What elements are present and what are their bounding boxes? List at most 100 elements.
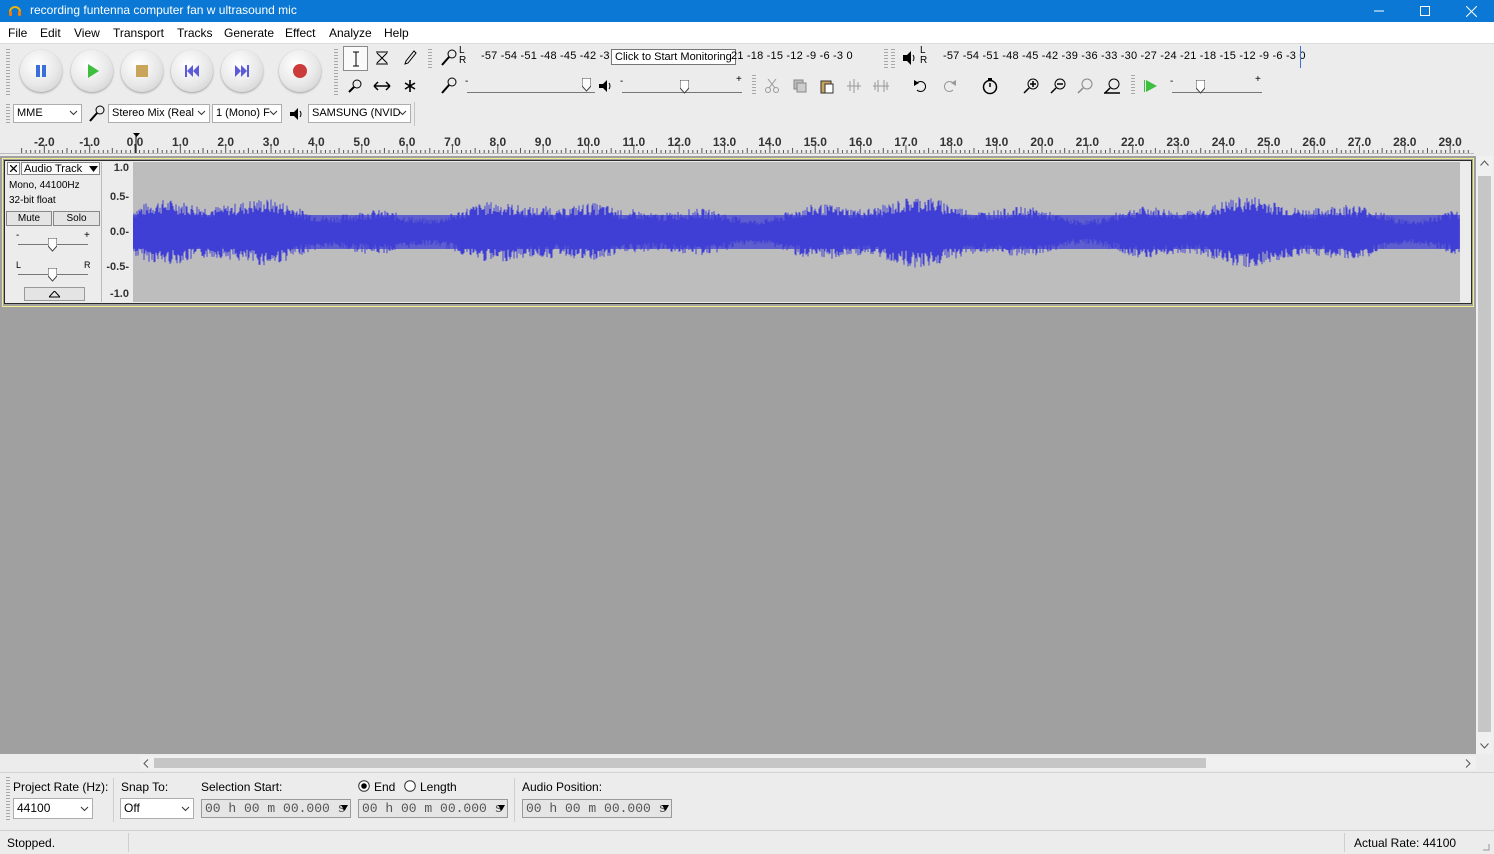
record-volume-thumb[interactable] <box>581 77 592 95</box>
redo-button[interactable] <box>937 74 960 97</box>
menu-transport[interactable]: Transport <box>113 26 164 40</box>
menu-view[interactable]: View <box>74 26 100 40</box>
envelope-tool-button[interactable] <box>370 46 393 69</box>
scroll-left-icon[interactable] <box>143 759 149 768</box>
record-button[interactable] <box>279 50 321 92</box>
selection-tool-button[interactable] <box>343 46 368 71</box>
horizontal-scrollbar[interactable] <box>140 756 1476 770</box>
solo-button[interactable]: Solo <box>53 211 100 226</box>
menu-help[interactable]: Help <box>384 26 409 40</box>
record-meter-grip[interactable] <box>428 48 432 70</box>
mute-button[interactable]: Mute <box>6 211 52 226</box>
vertical-scrollbar[interactable] <box>1476 156 1493 754</box>
playback-volume-thumb[interactable] <box>679 79 690 97</box>
stop-button[interactable] <box>121 50 163 92</box>
chevron-down-icon <box>69 110 78 116</box>
recording-device-select[interactable]: Stereo Mix (Real <box>108 104 210 123</box>
edit-toolbar-grip[interactable] <box>752 74 756 96</box>
play-speed-slider[interactable] <box>1172 92 1262 93</box>
timeline-ruler[interactable]: -2.0 -1.0 0.0 1.0 2.0 3.0 4.0 5.0 6.0 7.0 8.0 9.0 10… <box>0 131 1474 154</box>
cut-button[interactable] <box>760 74 783 97</box>
minimize-button[interactable] <box>1356 0 1402 22</box>
sync-lock-button[interactable] <box>978 74 1001 97</box>
record-volume-minus: - <box>465 76 469 87</box>
track-close-button[interactable] <box>7 162 20 175</box>
pan-slider-thumb[interactable] <box>47 267 58 285</box>
scroll-down-icon[interactable] <box>1480 743 1489 749</box>
device-toolbar-grip[interactable] <box>6 103 10 125</box>
menu-generate[interactable]: Generate <box>224 26 274 40</box>
menu-tracks[interactable]: Tracks <box>177 26 213 40</box>
skip-to-start-button[interactable] <box>171 50 213 92</box>
status-separator <box>128 833 129 852</box>
end-radio[interactable] <box>358 780 370 795</box>
pause-button[interactable] <box>20 50 62 92</box>
menu-effect[interactable]: Effect <box>285 26 315 40</box>
track-menu-button[interactable]: Audio Track <box>21 162 100 175</box>
snap-to-select[interactable]: Off <box>120 798 194 819</box>
play-meter-scale[interactable]: -57 -54 -51 -48 -45 -42 -39 -36 -33 -30 … <box>943 50 1306 62</box>
waveform-display[interactable] <box>132 162 1460 302</box>
trim-button[interactable] <box>842 74 865 97</box>
audio-position-field[interactable]: 00 h 00 m 00.000 s <box>522 799 672 818</box>
copy-button[interactable] <box>788 74 811 97</box>
scroll-up-icon[interactable] <box>1480 160 1489 166</box>
horizontal-scroll-thumb[interactable] <box>154 758 1206 768</box>
play-speed-thumb[interactable] <box>1195 79 1206 97</box>
zoom-out-button[interactable] <box>1046 74 1069 97</box>
envelope-icon <box>375 51 388 64</box>
pencil-icon <box>403 49 417 65</box>
track-format: Mono, 44100Hz <box>9 180 80 191</box>
selection-toolbar-grip[interactable] <box>6 776 10 822</box>
draw-tool-button[interactable] <box>398 46 421 69</box>
time-shift-tool-button[interactable] <box>370 74 393 97</box>
record-meter-button[interactable] <box>437 46 460 69</box>
skip-to-end-button[interactable] <box>221 50 263 92</box>
record-meter-scale[interactable]: -57 -54 -51 -48 -45 -42 -3 <box>481 50 610 62</box>
maximize-button[interactable] <box>1402 0 1448 22</box>
scroll-right-icon[interactable] <box>1465 759 1471 768</box>
menu-edit[interactable]: Edit <box>40 26 61 40</box>
resize-grip-icon[interactable] <box>1480 841 1490 851</box>
fit-selection-button[interactable] <box>1073 74 1096 97</box>
transport-toolbar-grip[interactable] <box>6 48 10 96</box>
recording-device-value: Stereo Mix (Real <box>112 107 194 119</box>
tools-toolbar-grip[interactable] <box>334 48 338 96</box>
fit-project-button[interactable] <box>1100 74 1123 97</box>
play-button[interactable] <box>71 50 113 92</box>
record-volume-slider[interactable] <box>467 92 595 93</box>
selection-start-field[interactable]: 00 h 00 m 00.000 s <box>201 799 351 818</box>
speaker-icon <box>289 107 301 120</box>
selection-separator <box>113 778 114 822</box>
recording-channels-select[interactable]: 1 (Mono) F <box>212 104 282 123</box>
play-meter-grip[interactable] <box>891 48 895 70</box>
vertical-scroll-thumb[interactable] <box>1478 176 1491 732</box>
project-rate-select[interactable]: 44100 <box>13 798 93 819</box>
selection-end-field[interactable]: 00 h 00 m 00.000 s <box>358 799 508 818</box>
zoom-tool-button[interactable] <box>343 74 366 97</box>
menu-analyze[interactable]: Analyze <box>329 26 372 40</box>
status-text: Stopped. <box>7 836 56 850</box>
zoom-in-button[interactable] <box>1019 74 1042 97</box>
microphone-icon <box>88 105 104 122</box>
play-meter-button[interactable] <box>898 46 921 69</box>
play-at-speed-button[interactable] <box>1139 74 1162 97</box>
paste-button[interactable] <box>815 74 838 97</box>
undo-button[interactable] <box>909 74 932 97</box>
multi-tool-button[interactable] <box>398 74 421 97</box>
amplitude-ruler[interactable]: 1.0 0.5- 0.0- -0.5- -1.0 <box>101 162 133 302</box>
play-at-speed-grip[interactable] <box>1131 74 1135 96</box>
menu-file[interactable]: File <box>8 26 27 40</box>
project-rate-label: Project Rate (Hz): <box>13 780 109 794</box>
status-bar: Stopped. Actual Rate: 44100 <box>0 830 1494 854</box>
audio-host-select[interactable]: MME <box>13 104 82 123</box>
length-radio[interactable] <box>404 780 416 795</box>
amplitude-label: 0.5- <box>110 191 129 203</box>
playback-device-select[interactable]: SAMSUNG (NVID <box>308 104 411 123</box>
playhead-marker[interactable] <box>133 133 140 156</box>
silence-button[interactable] <box>869 74 892 97</box>
collapse-track-button[interactable] <box>24 287 85 301</box>
gain-slider-thumb[interactable] <box>47 237 58 255</box>
timeline-ticks <box>21 145 1469 153</box>
close-window-button[interactable] <box>1448 0 1494 22</box>
